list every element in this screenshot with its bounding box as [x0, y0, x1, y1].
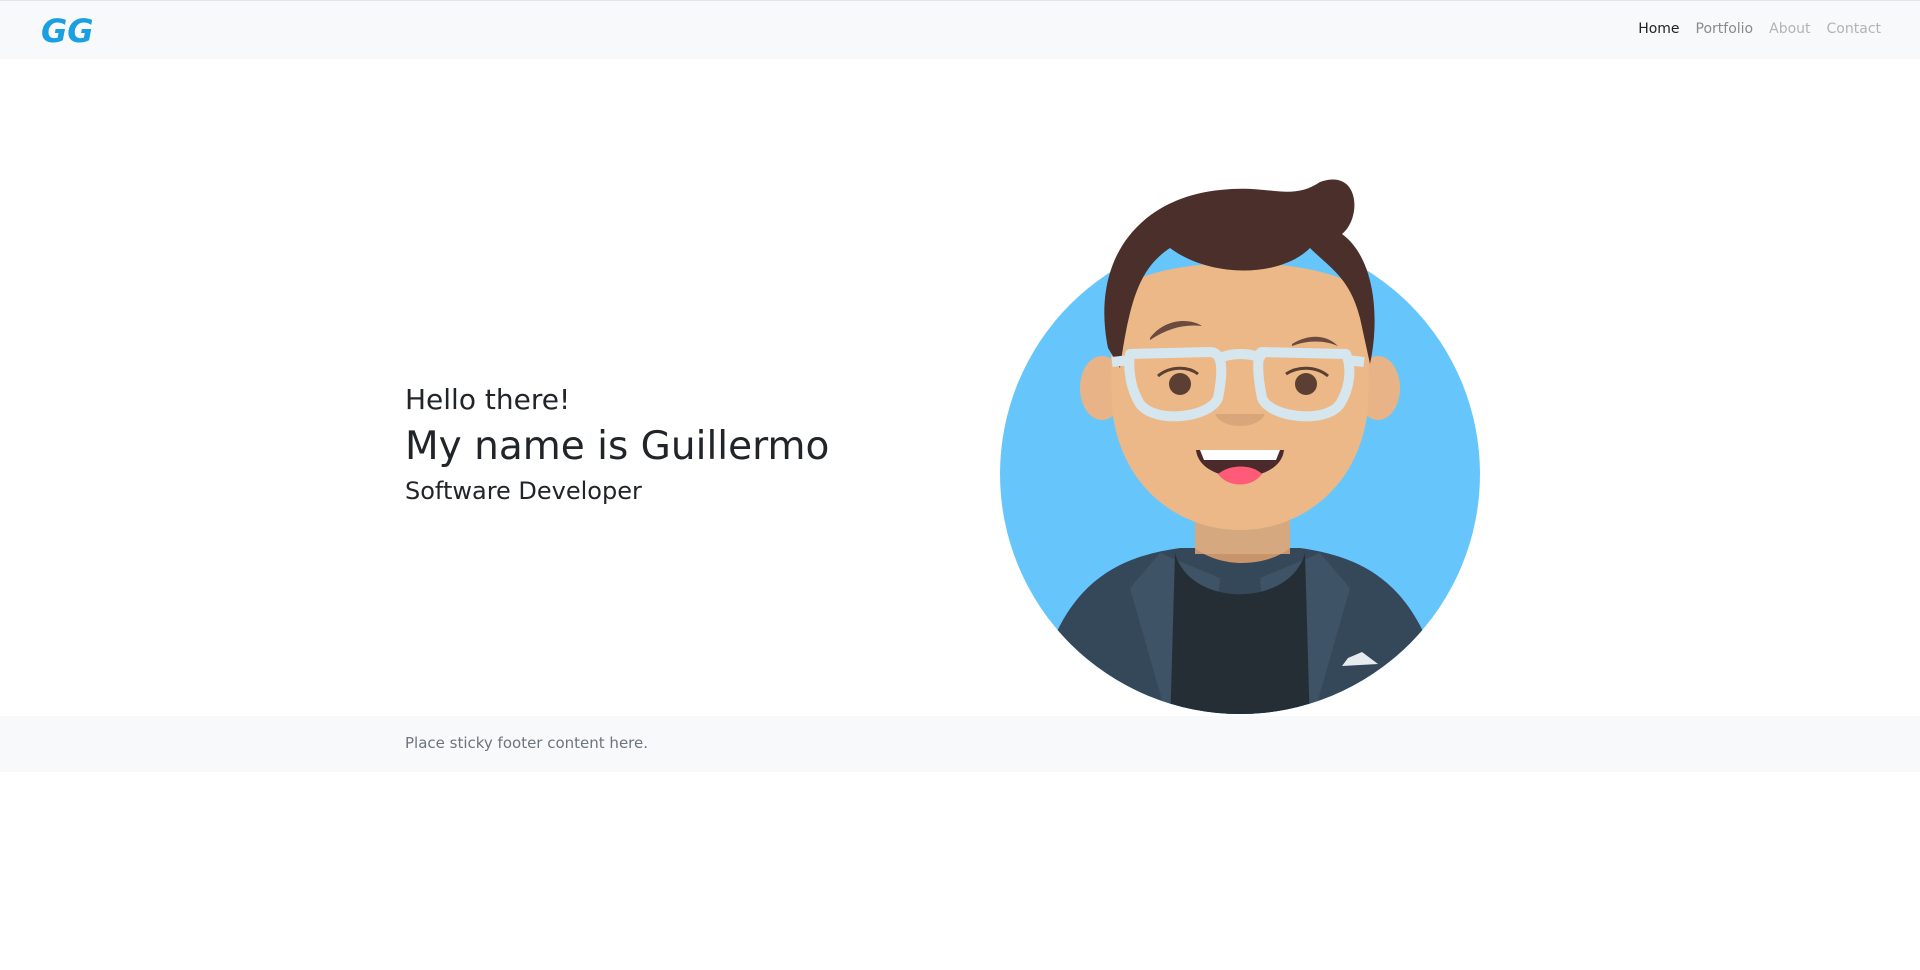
nav-link-home[interactable]: Home [1638, 21, 1679, 37]
nav-link-about[interactable]: About [1769, 21, 1810, 37]
nav-link-portfolio[interactable]: Portfolio [1696, 21, 1754, 37]
hero-name: My name is Guillermo [405, 424, 830, 469]
hero-role: Software Developer [405, 477, 642, 505]
nav-links: Home Portfolio About Contact [1638, 21, 1881, 37]
avatar-illustration [1000, 179, 1480, 714]
hero-greeting: Hello there! [405, 383, 571, 416]
logo-gg[interactable]: GG [41, 14, 99, 48]
nav-link-contact[interactable]: Contact [1827, 21, 1881, 37]
footer-text: Place sticky footer content here. [405, 734, 649, 752]
hero-text: Hello there! My name is Guillermo Softwa… [405, 380, 829, 508]
svg-text:GG: GG [41, 14, 94, 48]
navbar: GG Home Portfolio About Contact [0, 0, 1920, 59]
footer: Place sticky footer content here. [0, 716, 1920, 772]
